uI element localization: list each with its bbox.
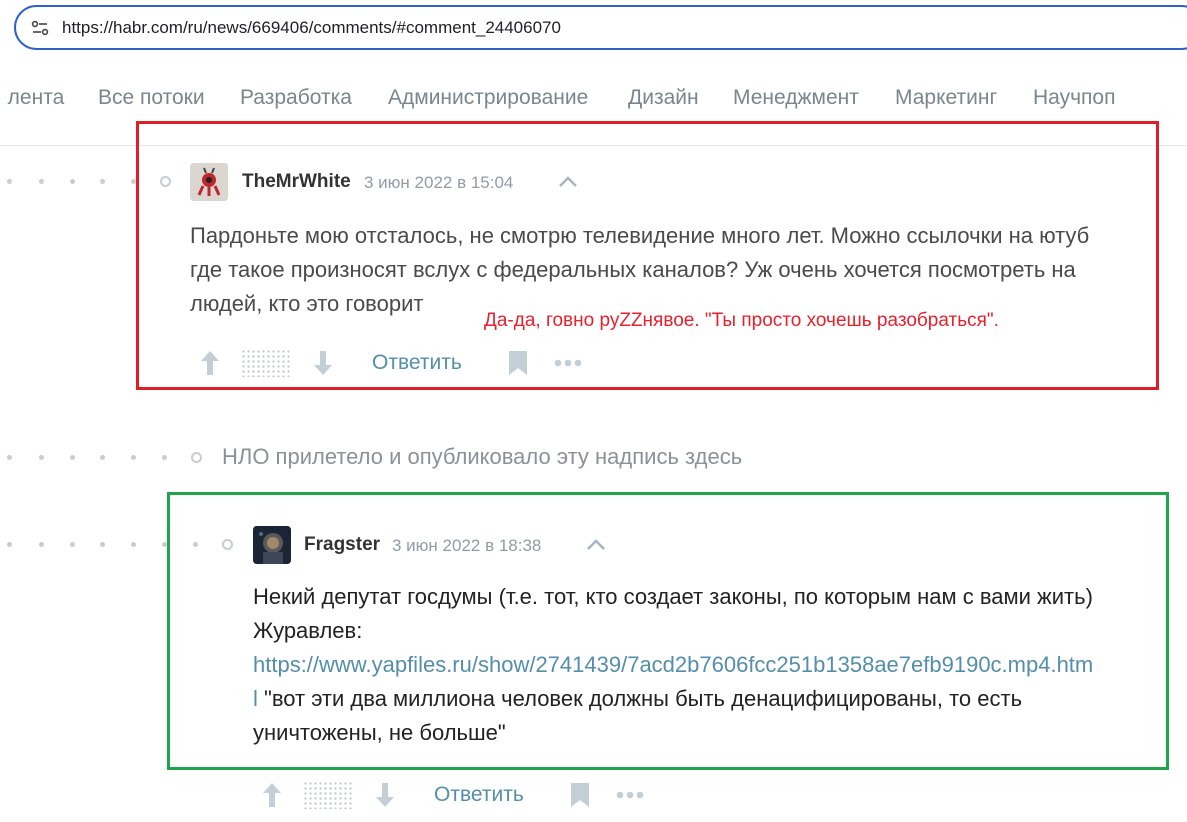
nav-item-popsci[interactable]: Научпоп xyxy=(1033,86,1115,110)
red-highlight-frame xyxy=(136,121,1159,390)
url-text[interactable]: https://habr.com/ru/news/669406/comments… xyxy=(62,18,561,38)
ufo-notice: НЛО прилетело и опубликовало эту надпись… xyxy=(222,444,743,469)
more-options-icon[interactable] xyxy=(616,790,646,800)
green-highlight-frame xyxy=(167,492,1169,770)
site-info-icon[interactable] xyxy=(30,18,50,38)
nav-item-all-streams[interactable]: Все потоки xyxy=(98,86,205,110)
address-bar[interactable]: https://habr.com/ru/news/669406/comments… xyxy=(14,5,1187,50)
nav-item-management[interactable]: Менеджмент xyxy=(733,86,859,110)
rating-placeholder xyxy=(303,781,353,809)
nav-item-administration[interactable]: Администрирование xyxy=(388,86,588,110)
arrow-up-icon[interactable] xyxy=(262,781,282,809)
nav-item-feed[interactable]: ı лента xyxy=(0,86,64,110)
thread-branch-icon xyxy=(191,452,202,463)
bookmark-icon[interactable] xyxy=(570,782,590,808)
nav-item-development[interactable]: Разработка xyxy=(240,86,352,110)
reply-button[interactable]: Ответить xyxy=(434,783,524,807)
nav-item-design[interactable]: Дизайн xyxy=(628,86,699,110)
hub-navigation: ı лента Все потоки Разработка Администри… xyxy=(0,86,1187,116)
arrow-down-icon[interactable] xyxy=(375,781,395,809)
nav-item-marketing[interactable]: Маркетинг xyxy=(895,86,997,110)
